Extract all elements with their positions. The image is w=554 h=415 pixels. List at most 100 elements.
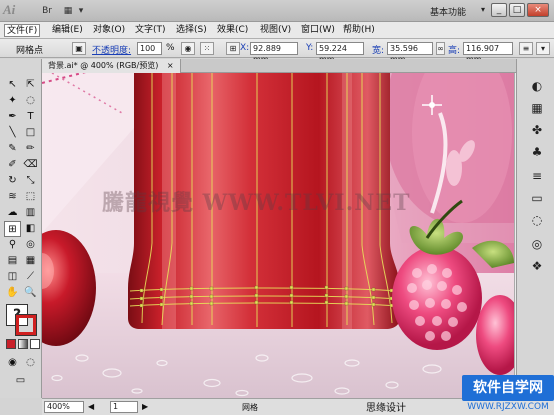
warp-tool-icon[interactable]: ≋ — [4, 189, 21, 205]
chevron-down-icon[interactable]: ▾ — [481, 5, 485, 14]
opacity-field[interactable]: 100 — [137, 42, 162, 55]
menu-bar: 文件(F) 编辑(E) 对象(O) 文字(T) 选择(S) 效果(C) 视图(V… — [0, 22, 554, 39]
graph-tool-icon[interactable]: ▥ — [22, 205, 39, 221]
control-bar: 网格点 ▣ 不透明度: 100 % ◉ ⁙ ⊞ X: 92.889 mm Y: … — [0, 39, 554, 64]
draw-behind-icon[interactable]: ◌ — [22, 355, 39, 371]
symbol-sprayer-tool-icon[interactable]: ☁ — [4, 205, 21, 221]
type-tool-icon[interactable]: T — [22, 109, 39, 125]
symbols-panel-icon[interactable]: ♣ — [528, 143, 546, 161]
next-page-button[interactable]: ▶ — [142, 402, 148, 411]
blend-tool-icon[interactable]: ◎ — [22, 237, 39, 253]
width-label: 宽: — [372, 46, 385, 56]
bridge-icon[interactable]: Br — [40, 4, 54, 18]
lasso-tool-icon[interactable]: ◌ — [22, 93, 39, 109]
tools-panel: ↖ ⇱ ✦ ◌ ✒ T ╲ □ ✎ ✏ ✐ ⌫ ↻ ⤡ ≋ ⬚ ☁ ▥ ⊞ ◧ … — [0, 59, 42, 398]
swatches-panel-icon[interactable]: ▦ — [528, 99, 546, 117]
close-window-button[interactable]: × — [527, 3, 549, 17]
current-tool-label: 网格 — [242, 403, 258, 412]
eraser-tool-icon[interactable]: ⌫ — [22, 157, 39, 173]
artwork — [42, 73, 514, 398]
chevron-down-icon[interactable]: ▾ — [76, 4, 86, 18]
arrange-documents-icon[interactable]: ▦ — [62, 4, 74, 18]
blob-brush-tool-icon[interactable]: ✐ — [4, 157, 21, 173]
zoom-tool-icon[interactable]: 🔍 — [22, 285, 39, 301]
watermark-text: 騰龍視覺 WWW.TLVI.NET — [102, 190, 411, 216]
brand-logo: 软件自学网 — [462, 375, 554, 401]
width-field[interactable]: 35.596 mm — [387, 42, 433, 64]
document-tab-title: 背景.ai* @ 400% (RGB/预览) — [48, 61, 159, 70]
transparency-panel-icon[interactable]: ◌ — [528, 211, 546, 229]
pen-tool-icon[interactable]: ✒ — [4, 109, 21, 125]
workspace-switcher[interactable]: 基本功能 — [430, 5, 466, 18]
menu-view[interactable]: 视图(V) — [258, 24, 293, 37]
site-brand: 软件自学网 WWW.RJZXW.COM — [462, 375, 554, 415]
artboard-tool-icon[interactable]: ◫ — [4, 269, 21, 285]
menu-edit[interactable]: 编辑(E) — [50, 24, 85, 37]
menu-object[interactable]: 对象(O) — [91, 24, 127, 37]
caption-text: 思缘设计 — [366, 403, 406, 414]
height-label: 高: — [448, 46, 461, 56]
align-icon[interactable]: ≡ — [519, 42, 533, 55]
opacity-label[interactable]: 不透明度: — [92, 43, 131, 56]
page-field[interactable]: 1 — [110, 401, 138, 413]
brushes-panel-icon[interactable]: ✤ — [528, 121, 546, 139]
none-mode-icon[interactable] — [30, 339, 40, 349]
direct-selection-tool-icon[interactable]: ⇱ — [22, 77, 39, 93]
stroke-color-icon[interactable]: ▣ — [72, 42, 86, 55]
stroke-panel-icon[interactable]: ≡ — [528, 167, 546, 185]
title-bar: Ai Br ▦ ▾ 基本功能 ▾ _ □ × — [0, 0, 554, 22]
x-field[interactable]: 92.889 mm — [250, 42, 298, 64]
style-icon[interactable]: ◉ — [181, 42, 195, 55]
color-mode-icon[interactable] — [6, 339, 16, 349]
link-icon[interactable]: ∞ — [436, 42, 445, 55]
magic-wand-tool-icon[interactable]: ✦ — [4, 93, 21, 109]
close-icon[interactable]: × — [167, 61, 174, 70]
appearance-panel-icon[interactable]: ◎ — [528, 235, 546, 253]
paintbrush-tool-icon[interactable]: ✎ — [4, 141, 21, 157]
rotate-tool-icon[interactable]: ↻ — [4, 173, 21, 189]
live-paint-tool-icon[interactable]: ▤ — [4, 253, 21, 269]
height-field[interactable]: 116.907 mm — [463, 42, 513, 64]
scale-tool-icon[interactable]: ⤡ — [22, 173, 39, 189]
menu-effect[interactable]: 效果(C) — [215, 24, 250, 37]
menu-window[interactable]: 窗口(W) — [299, 24, 337, 37]
color-panel-icon[interactable]: ◐ — [528, 77, 546, 95]
panel-menu-icon[interactable]: ▾ — [536, 42, 550, 55]
app-logo: Ai — [3, 2, 16, 17]
gradient-tool-icon[interactable]: ◧ — [22, 221, 39, 237]
selection-tool-icon[interactable]: ↖ — [4, 77, 21, 93]
document-tab[interactable]: 背景.ai* @ 400% (RGB/预览) × — [42, 59, 181, 73]
line-tool-icon[interactable]: ╲ — [4, 125, 21, 141]
menu-type[interactable]: 文字(T) — [133, 24, 168, 37]
maximize-button[interactable]: □ — [509, 3, 525, 17]
screen-mode-icon[interactable]: ▭ — [12, 373, 29, 389]
y-field[interactable]: 59.224 mm — [316, 42, 364, 64]
y-label: Y: — [306, 43, 314, 53]
layers-panel-icon[interactable]: ❖ — [528, 257, 546, 275]
free-transform-tool-icon[interactable]: ⬚ — [22, 189, 39, 205]
pencil-tool-icon[interactable]: ✏ — [22, 141, 39, 157]
live-paint-selection-tool-icon[interactable]: ▦ — [22, 253, 39, 269]
gradient-mode-icon[interactable] — [18, 339, 28, 349]
gradient-panel-icon[interactable]: ▭ — [528, 189, 546, 207]
mode-label: 网格点 — [16, 46, 44, 56]
document-tab-bar: 背景.ai* @ 400% (RGB/预览) × — [42, 59, 516, 73]
artboard-canvas[interactable]: 騰龍視覺 WWW.TLVI.NET — [42, 73, 514, 398]
minimize-button[interactable]: _ — [491, 3, 507, 17]
brand-url: WWW.RJZXW.COM — [467, 402, 549, 412]
menu-help[interactable]: 帮助(H) — [341, 24, 377, 37]
panel-dock: ◐ ▦ ✤ ♣ ≡ ▭ ◌ ◎ ❖ — [516, 59, 554, 398]
menu-select[interactable]: 选择(S) — [174, 24, 209, 37]
slice-tool-icon[interactable]: ⟋ — [22, 269, 39, 285]
draw-normal-icon[interactable]: ◉ — [4, 355, 21, 371]
stroke-swatch-icon[interactable] — [16, 315, 36, 335]
transform-icon[interactable]: ⊞ — [226, 42, 240, 55]
reference-point-icon[interactable]: ⁙ — [200, 42, 214, 55]
menu-file[interactable]: 文件(F) — [4, 24, 41, 37]
hand-tool-icon[interactable]: ✋ — [4, 285, 21, 301]
rectangle-tool-icon[interactable]: □ — [22, 125, 39, 141]
prev-page-button[interactable]: ◀ — [88, 402, 94, 411]
mesh-tool-icon[interactable]: ⊞ — [4, 221, 21, 237]
eyedropper-tool-icon[interactable]: ⚲ — [4, 237, 21, 253]
zoom-field[interactable]: 400% — [44, 401, 84, 413]
